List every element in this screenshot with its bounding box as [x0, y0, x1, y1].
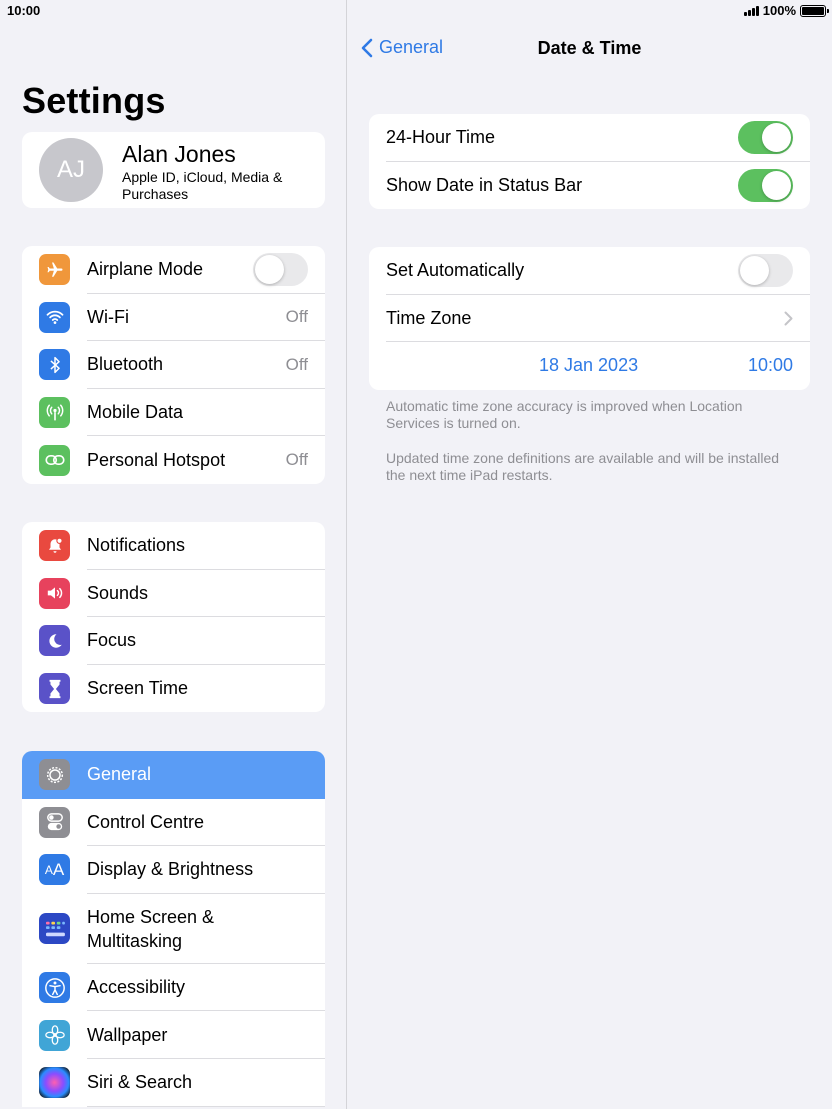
- settings-sidebar: Settings AJ Alan Jones Apple ID, iCloud,…: [0, 0, 346, 1109]
- sidebar-item-wifi[interactable]: Wi-Fi Off: [22, 294, 325, 342]
- status-bar: 10:00 100%: [0, 0, 832, 22]
- 24-hour-time-toggle[interactable]: [738, 121, 793, 155]
- time-value[interactable]: 10:00: [748, 355, 793, 376]
- sidebar-item-home-screen[interactable]: Home Screen & Multitasking: [22, 894, 325, 964]
- sidebar-item-label: Display & Brightness: [87, 859, 254, 880]
- show-date-toggle[interactable]: [738, 168, 793, 202]
- sidebar-item-display-brightness[interactable]: AA Display & Brightness: [22, 846, 325, 894]
- row-24-hour-time: 24-Hour Time: [369, 114, 810, 162]
- avatar: AJ: [39, 138, 103, 202]
- sidebar-item-wallpaper[interactable]: Wallpaper: [22, 1011, 325, 1059]
- sidebar-item-label: Mobile Data: [87, 402, 184, 423]
- gear-icon: [39, 759, 70, 791]
- accessibility-icon: [39, 972, 70, 1004]
- sidebar-group-general: General Control Centre AA Display & Brig…: [22, 751, 325, 1107]
- sidebar-title: Settings: [22, 80, 166, 121]
- sidebar-item-label: Personal Hotspot: [87, 449, 226, 470]
- wifi-status: Off: [285, 307, 308, 327]
- chevron-right-icon: [784, 311, 793, 326]
- battery-percent: 100%: [762, 3, 796, 18]
- hotspot-status: Off: [285, 450, 308, 470]
- profile-subtitle: Apple ID, iCloud, Media & Purchases: [122, 169, 283, 202]
- notifications-icon: [39, 530, 70, 562]
- status-time: 10:00: [7, 3, 41, 18]
- wifi-icon: [39, 301, 70, 333]
- signal-icon: [743, 5, 759, 16]
- profile-card[interactable]: AJ Alan Jones Apple ID, iCloud, Media & …: [22, 132, 325, 208]
- toggles-icon: [39, 806, 70, 838]
- home-grid-icon: [39, 913, 70, 945]
- sidebar-item-label: Control Centre: [87, 811, 205, 832]
- airplane-icon: [39, 254, 70, 286]
- flower-icon: [39, 1019, 70, 1051]
- sidebar-item-label: Home Screen & Multitasking: [87, 906, 215, 951]
- sidebar-item-label: Notifications: [87, 535, 186, 556]
- sidebar-item-label: Sounds: [87, 582, 149, 603]
- sidebar-item-label: Focus: [87, 630, 137, 651]
- bluetooth-status: Off: [285, 354, 308, 374]
- speaker-icon: [39, 577, 70, 609]
- footnote-location: Automatic time zone accuracy is improved…: [386, 398, 743, 431]
- sidebar-item-label: Screen Time: [87, 678, 189, 699]
- sidebar-item-siri-search[interactable]: Siri & Search: [22, 1059, 325, 1107]
- date-value[interactable]: 18 Jan 2023: [539, 355, 638, 376]
- sidebar-item-label: Airplane Mode: [87, 259, 204, 280]
- sidebar-item-bluetooth[interactable]: Bluetooth Off: [22, 341, 325, 389]
- sidebar-item-label: Wi-Fi: [87, 306, 129, 327]
- sidebar-item-notifications[interactable]: Notifications: [22, 522, 325, 570]
- sidebar-item-airplane-mode[interactable]: Airplane Mode: [22, 246, 325, 294]
- date-time-pane: General Date & Time 24-Hour Time Show Da…: [347, 0, 832, 1109]
- profile-name: Alan Jones: [122, 141, 236, 167]
- antenna-icon: [39, 397, 70, 429]
- sidebar-item-label: Wallpaper: [87, 1024, 168, 1045]
- set-automatically-toggle[interactable]: [738, 254, 793, 288]
- siri-icon: [39, 1067, 70, 1099]
- hourglass-icon: [39, 673, 70, 705]
- sidebar-item-focus[interactable]: Focus: [22, 617, 325, 665]
- airplane-mode-toggle[interactable]: [253, 253, 308, 287]
- sidebar-item-general[interactable]: General: [22, 751, 325, 799]
- moon-icon: [39, 625, 70, 657]
- status-right: 100%: [743, 3, 829, 18]
- sidebar-item-label: Accessibility: [87, 977, 186, 998]
- automatic-time-group: Set Automatically Time Zone 18 Jan 2023 …: [369, 247, 810, 390]
- sidebar-group-connectivity: Airplane Mode Wi-Fi Off Bluetooth Off Mo…: [22, 246, 325, 484]
- battery-icon: [800, 4, 829, 17]
- sidebar-item-accessibility[interactable]: Accessibility: [22, 964, 325, 1012]
- footnote-timezone-update: Updated time zone definitions are availa…: [386, 450, 780, 483]
- row-label: 24-Hour Time: [386, 127, 496, 148]
- sidebar-item-sounds[interactable]: Sounds: [22, 570, 325, 618]
- sidebar-item-screen-time[interactable]: Screen Time: [22, 665, 325, 713]
- sidebar-item-label: Siri & Search: [87, 1072, 193, 1093]
- sidebar-group-notifications: Notifications Sounds Focus Screen Time: [22, 522, 325, 713]
- row-label: Set Automatically: [386, 260, 525, 281]
- page-title: Date & Time: [537, 38, 642, 58]
- row-label: Time Zone: [386, 307, 472, 328]
- row-label: Show Date in Status Bar: [386, 174, 583, 195]
- hotspot-icon: [39, 444, 70, 476]
- sidebar-item-control-centre[interactable]: Control Centre: [22, 799, 325, 847]
- row-date-time-values: 18 Jan 2023 10:00: [369, 342, 810, 390]
- row-show-date-status-bar: Show Date in Status Bar: [369, 162, 810, 210]
- row-set-automatically: Set Automatically: [369, 247, 810, 295]
- sidebar-item-personal-hotspot[interactable]: Personal Hotspot Off: [22, 436, 325, 484]
- row-time-zone[interactable]: Time Zone: [369, 295, 810, 342]
- sidebar-item-mobile-data[interactable]: Mobile Data: [22, 389, 325, 437]
- text-size-icon: AA: [39, 854, 70, 886]
- sidebar-item-label: Bluetooth: [87, 354, 164, 375]
- sidebar-item-label: General: [87, 764, 152, 785]
- time-format-group: 24-Hour Time Show Date in Status Bar: [369, 114, 810, 209]
- bluetooth-icon: [39, 349, 70, 381]
